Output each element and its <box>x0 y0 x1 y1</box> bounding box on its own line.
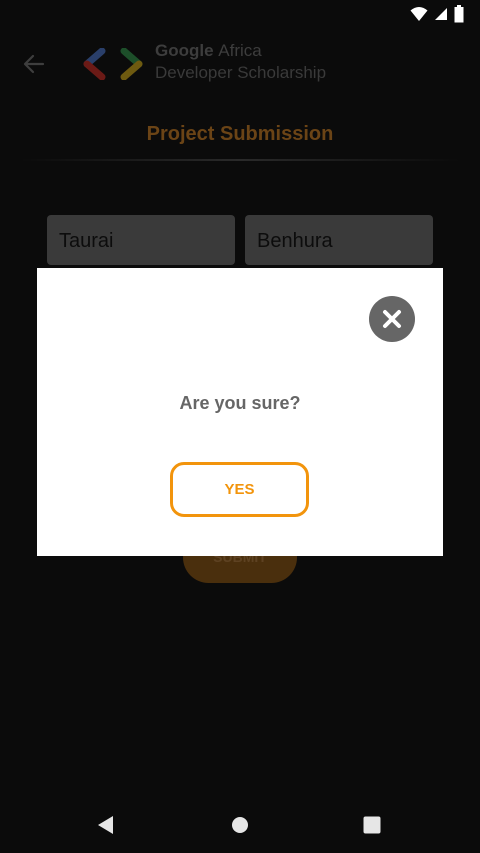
close-button[interactable] <box>369 296 415 342</box>
nav-bar <box>0 797 480 853</box>
brand-subtitle: Developer Scholarship <box>155 63 327 82</box>
nav-recents-icon <box>363 816 381 834</box>
cellular-signal-icon <box>435 8 447 20</box>
last-name-field[interactable]: Benhura <box>245 215 433 265</box>
brand-africa: Africa <box>218 41 262 60</box>
first-name-field[interactable]: Taurai <box>47 215 235 265</box>
close-icon <box>383 310 401 328</box>
brand-title: Google Africa <box>155 40 326 62</box>
app-header: Google Africa Developer Scholarship <box>0 36 480 96</box>
arrow-left-icon <box>23 54 45 74</box>
google-developers-logo <box>82 47 144 81</box>
nav-home-button[interactable] <box>226 811 254 839</box>
brand-text: Google Africa Developer Scholarship <box>155 40 326 84</box>
title-divider <box>20 159 460 161</box>
nav-back-button[interactable] <box>92 811 120 839</box>
battery-icon <box>454 5 464 23</box>
page-title: Project Submission <box>146 123 334 145</box>
screen: Google Africa Developer Scholarship Proj… <box>0 0 480 853</box>
confirm-dialog: Are you sure? YES <box>37 268 443 556</box>
status-icons <box>410 5 464 23</box>
nav-back-icon <box>98 816 113 834</box>
status-bar <box>0 0 480 28</box>
nav-home-icon <box>232 817 248 833</box>
dialog-message: Are you sure? <box>179 393 301 413</box>
wifi-icon <box>410 7 428 21</box>
brand-google: Google <box>155 41 214 60</box>
yes-button[interactable]: YES <box>170 462 309 517</box>
back-button[interactable] <box>18 48 50 80</box>
nav-recents-button[interactable] <box>358 811 386 839</box>
